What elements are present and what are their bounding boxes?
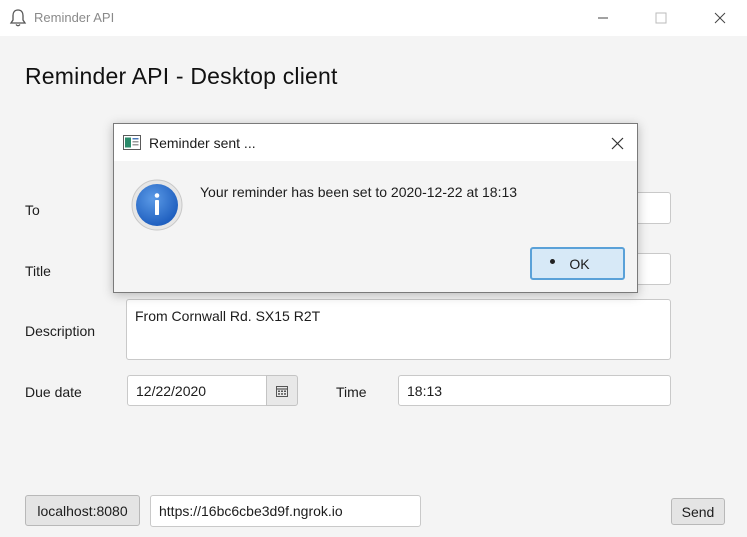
window-titlebar[interactable]: Reminder API [0,0,747,36]
title-label: Title [25,263,51,279]
window-title: Reminder API [34,10,115,25]
default-indicator-dot [550,259,555,264]
minimize-icon [598,17,608,19]
due-date-label: Due date [25,384,82,400]
url-field[interactable]: https://16bc6cbe3d9f.ngrok.io [150,495,421,527]
time-field[interactable]: 18:13 [398,375,671,406]
calendar-icon [276,385,288,397]
description-label: Description [25,323,96,339]
reminder-sent-dialog: Reminder sent ... Your reminder has been… [113,123,638,293]
minimize-button[interactable] [580,0,626,36]
dialog-titlebar[interactable]: Reminder sent ... [114,124,637,161]
maximize-icon [655,12,667,24]
window-app-icon [123,135,141,150]
bell-icon [9,9,27,27]
close-icon [714,12,726,24]
send-button[interactable]: Send [671,498,725,525]
due-date-field[interactable]: 12/22/2020 [127,375,267,406]
dialog-title: Reminder sent ... [149,135,256,151]
close-button[interactable] [697,0,743,36]
description-field[interactable]: From Cornwall Rd. SX15 R2T [126,299,671,360]
ok-button-label: OK [569,255,590,272]
ok-button[interactable]: OK [530,247,625,280]
dialog-close-button[interactable] [603,129,631,157]
close-icon [611,137,623,149]
to-label: To [25,202,40,218]
date-picker-button[interactable] [266,375,298,406]
page-title: Reminder API - Desktop client [25,63,338,89]
server-button[interactable]: localhost:8080 [25,495,140,526]
main-window: Reminder API Reminder API - Desktop clie… [0,0,747,537]
dialog-message: Your reminder has been set to 2020-12-22… [200,184,518,200]
info-icon [131,179,183,231]
time-label: Time [336,384,367,400]
maximize-button[interactable] [638,0,684,36]
